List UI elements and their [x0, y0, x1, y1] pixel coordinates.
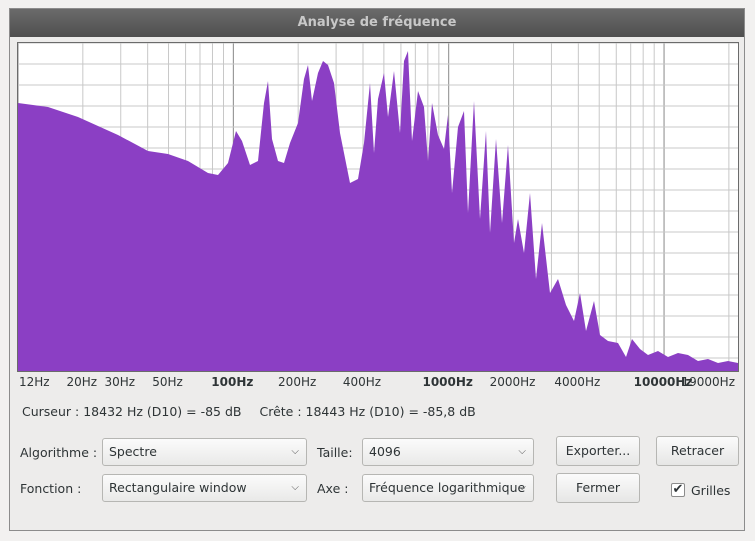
- chevron-down-icon: ⌵: [291, 446, 299, 457]
- x-tick-label: 19000Hz: [681, 375, 736, 389]
- replot-button[interactable]: Retracer: [656, 436, 739, 466]
- x-tick-label: 2000Hz: [489, 375, 536, 389]
- function-value: Rectangulaire window: [109, 480, 247, 495]
- size-value: 4096: [369, 444, 401, 459]
- checkmark-icon: ✔: [672, 482, 684, 497]
- function-label: Fonction :: [20, 481, 82, 496]
- x-tick-label: 20Hz: [66, 375, 98, 389]
- spectrum-svg: [18, 43, 738, 371]
- algorithm-label: Algorithme :: [20, 445, 98, 460]
- close-button[interactable]: Fermer: [556, 473, 640, 503]
- axis-select[interactable]: Fréquence logarithmique ⌵: [362, 474, 534, 502]
- algorithm-select[interactable]: Spectre ⌵: [102, 438, 307, 466]
- function-select[interactable]: Rectangulaire window ⌵: [102, 474, 307, 502]
- grids-label: Grilles: [691, 483, 731, 498]
- frequency-analysis-window: Analyse de fréquence 12Hz 20Hz 30Hz 50Hz 100…: [9, 8, 745, 531]
- axis-label: Axe :: [317, 481, 349, 496]
- window-title: Analyse de fréquence: [10, 9, 744, 37]
- x-tick-label: 400Hz: [342, 375, 382, 389]
- axis-value: Fréquence logarithmique: [369, 480, 526, 495]
- algorithm-value: Spectre: [109, 444, 157, 459]
- x-tick-label: 4000Hz: [554, 375, 601, 389]
- chevron-down-icon: ⌵: [291, 482, 299, 493]
- x-tick-label: 50Hz: [152, 375, 183, 389]
- cursor-readout: Curseur : 18432 Hz (D10) = -85 dB: [22, 404, 242, 419]
- chevron-down-icon: ⌵: [518, 446, 526, 457]
- status-line: Curseur : 18432 Hz (D10) = -85 dB Crête …: [22, 404, 490, 419]
- x-tick-label: 12Hz: [19, 375, 50, 389]
- spectrum-plot[interactable]: [17, 42, 739, 372]
- x-tick-label: 200Hz: [278, 375, 317, 389]
- grids-checkbox[interactable]: ✔: [671, 483, 685, 497]
- export-button[interactable]: Exporter...: [556, 436, 640, 466]
- size-select[interactable]: 4096 ⌵: [362, 438, 534, 466]
- chevron-down-icon: ⌵: [518, 482, 526, 493]
- size-label: Taille:: [317, 445, 353, 460]
- x-tick-label: 1000Hz: [422, 375, 473, 389]
- x-tick-label: 30Hz: [104, 375, 136, 389]
- x-tick-label: 100Hz: [211, 375, 254, 389]
- frequency-axis: 12Hz 20Hz 30Hz 50Hz 100Hz 200Hz 400Hz 1000Hz 200…: [17, 373, 739, 391]
- peak-readout: Crête : 18443 Hz (D10) = -85,8 dB: [259, 404, 476, 419]
